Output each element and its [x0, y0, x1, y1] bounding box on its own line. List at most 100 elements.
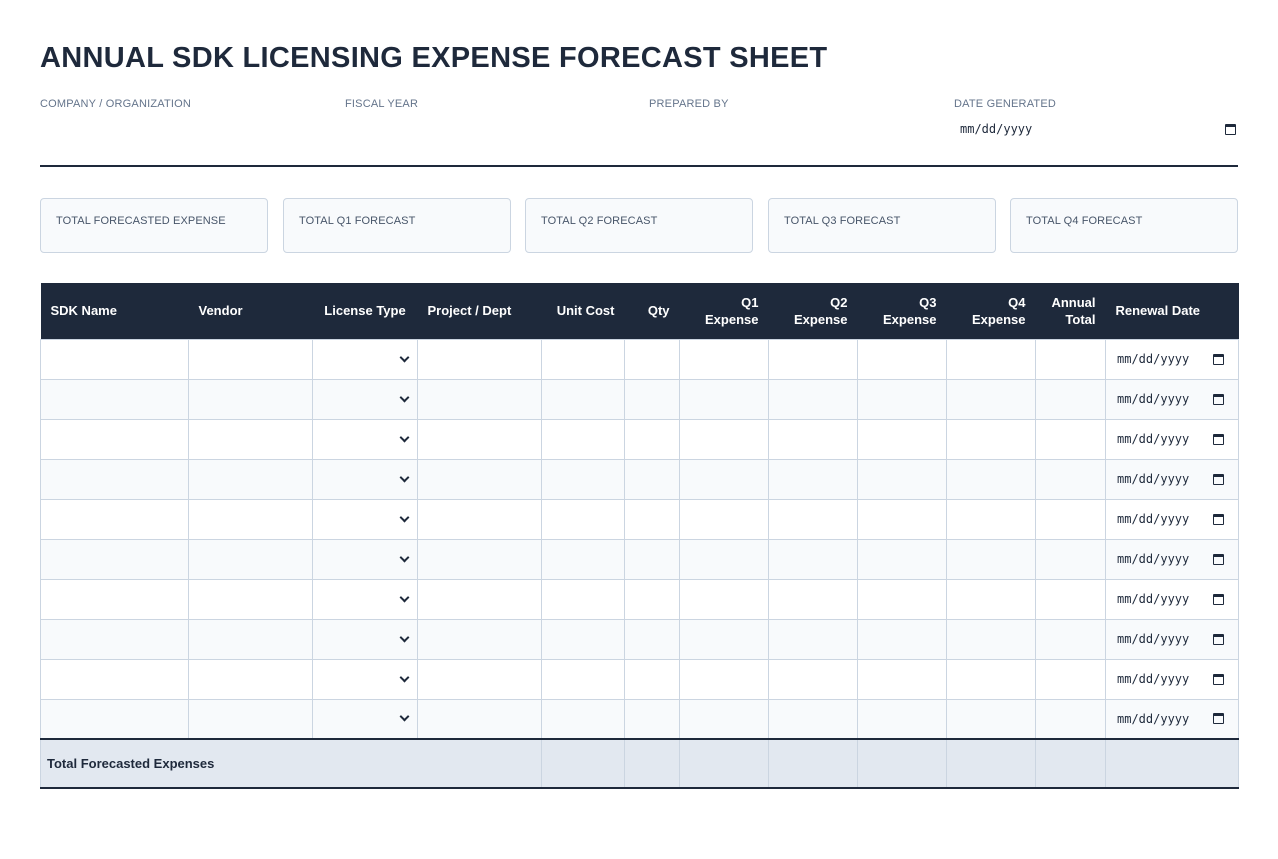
calendar-icon[interactable]: [1213, 353, 1224, 365]
renewal-date-input[interactable]: mm/dd/yyyy: [1105, 378, 1239, 420]
calendar-icon[interactable]: [1213, 593, 1224, 605]
q4-expense-input[interactable]: [946, 378, 1036, 420]
qty-input[interactable]: [624, 458, 680, 500]
chevron-down-icon[interactable]: [399, 432, 410, 442]
project-dept-input[interactable]: [417, 698, 542, 740]
q1-expense-input[interactable]: [679, 658, 769, 700]
renewal-date-field[interactable]: mm/dd/yyyy: [1106, 500, 1238, 539]
q4-expense-input[interactable]: [946, 458, 1036, 500]
renewal-date-input[interactable]: mm/dd/yyyy: [1105, 538, 1239, 580]
q4-expense-input[interactable]: [946, 698, 1036, 740]
renewal-date-field[interactable]: mm/dd/yyyy: [1106, 700, 1238, 739]
license-type-dropdown[interactable]: [313, 580, 417, 619]
project-dept-input[interactable]: [417, 378, 542, 420]
q1-expense-input[interactable]: [679, 538, 769, 580]
chevron-down-icon[interactable]: [399, 472, 410, 482]
unit-cost-input[interactable]: [541, 698, 625, 740]
q1-expense-input[interactable]: [679, 578, 769, 620]
q2-expense-input[interactable]: [768, 538, 858, 580]
vendor-input[interactable]: [188, 658, 313, 700]
unit-cost-input[interactable]: [541, 538, 625, 580]
q1-expense-input[interactable]: [679, 458, 769, 500]
unit-cost-input[interactable]: [541, 418, 625, 460]
chevron-down-icon[interactable]: [399, 512, 410, 522]
qty-input[interactable]: [624, 378, 680, 420]
q3-expense-input[interactable]: [857, 338, 947, 380]
project-dept-input[interactable]: [417, 338, 542, 380]
vendor-input[interactable]: [188, 538, 313, 580]
renewal-date-field[interactable]: mm/dd/yyyy: [1106, 540, 1238, 579]
qty-input[interactable]: [624, 578, 680, 620]
q1-expense-input[interactable]: [679, 418, 769, 460]
project-dept-input[interactable]: [417, 658, 542, 700]
unit-cost-input[interactable]: [541, 378, 625, 420]
q2-expense-input[interactable]: [768, 618, 858, 660]
calendar-icon[interactable]: [1213, 713, 1224, 725]
vendor-input[interactable]: [188, 698, 313, 740]
license-type-select[interactable]: [312, 458, 418, 500]
fiscal-year-input[interactable]: [345, 118, 635, 140]
renewal-date-input[interactable]: mm/dd/yyyy: [1105, 458, 1239, 500]
date-generated-input[interactable]: mm/dd/yyyy: [954, 118, 1238, 140]
q2-expense-input[interactable]: [768, 498, 858, 540]
license-type-dropdown[interactable]: [313, 460, 417, 499]
license-type-dropdown[interactable]: [313, 340, 417, 379]
qty-input[interactable]: [624, 658, 680, 700]
chevron-down-icon[interactable]: [399, 352, 410, 362]
q3-expense-input[interactable]: [857, 578, 947, 620]
sdk-name-input[interactable]: [40, 338, 189, 380]
q3-expense-input[interactable]: [857, 378, 947, 420]
license-type-select[interactable]: [312, 498, 418, 540]
renewal-date-field[interactable]: mm/dd/yyyy: [1106, 340, 1238, 379]
license-type-select[interactable]: [312, 658, 418, 700]
sdk-name-input[interactable]: [40, 578, 189, 620]
q3-expense-input[interactable]: [857, 698, 947, 740]
renewal-date-input[interactable]: mm/dd/yyyy: [1105, 618, 1239, 660]
qty-input[interactable]: [624, 498, 680, 540]
license-type-dropdown[interactable]: [313, 380, 417, 419]
q3-expense-input[interactable]: [857, 418, 947, 460]
chevron-down-icon[interactable]: [399, 592, 410, 602]
license-type-select[interactable]: [312, 698, 418, 740]
license-type-dropdown[interactable]: [313, 620, 417, 659]
renewal-date-field[interactable]: mm/dd/yyyy: [1106, 580, 1238, 619]
project-dept-input[interactable]: [417, 618, 542, 660]
q3-expense-input[interactable]: [857, 658, 947, 700]
chevron-down-icon[interactable]: [399, 632, 410, 642]
unit-cost-input[interactable]: [541, 578, 625, 620]
q4-expense-input[interactable]: [946, 498, 1036, 540]
project-dept-input[interactable]: [417, 538, 542, 580]
chevron-down-icon[interactable]: [399, 672, 410, 682]
license-type-dropdown[interactable]: [313, 540, 417, 579]
license-type-dropdown[interactable]: [313, 660, 417, 699]
chevron-down-icon[interactable]: [399, 392, 410, 402]
chevron-down-icon[interactable]: [399, 552, 410, 562]
project-dept-input[interactable]: [417, 498, 542, 540]
q2-expense-input[interactable]: [768, 458, 858, 500]
license-type-select[interactable]: [312, 378, 418, 420]
sdk-name-input[interactable]: [40, 458, 189, 500]
sdk-name-input[interactable]: [40, 698, 189, 740]
sdk-name-input[interactable]: [40, 618, 189, 660]
q2-expense-input[interactable]: [768, 418, 858, 460]
q4-expense-input[interactable]: [946, 578, 1036, 620]
renewal-date-input[interactable]: mm/dd/yyyy: [1105, 418, 1239, 460]
q4-expense-input[interactable]: [946, 418, 1036, 460]
unit-cost-input[interactable]: [541, 658, 625, 700]
renewal-date-input[interactable]: mm/dd/yyyy: [1105, 578, 1239, 620]
calendar-icon[interactable]: [1213, 633, 1224, 645]
q1-expense-input[interactable]: [679, 378, 769, 420]
project-dept-input[interactable]: [417, 458, 542, 500]
renewal-date-input[interactable]: mm/dd/yyyy: [1105, 338, 1239, 380]
q4-expense-input[interactable]: [946, 338, 1036, 380]
renewal-date-field[interactable]: mm/dd/yyyy: [1106, 660, 1238, 699]
calendar-icon[interactable]: [1213, 673, 1224, 685]
unit-cost-input[interactable]: [541, 618, 625, 660]
renewal-date-field[interactable]: mm/dd/yyyy: [1106, 380, 1238, 419]
q2-expense-input[interactable]: [768, 698, 858, 740]
calendar-icon[interactable]: [1213, 393, 1224, 405]
vendor-input[interactable]: [188, 498, 313, 540]
sdk-name-input[interactable]: [40, 658, 189, 700]
q3-expense-input[interactable]: [857, 618, 947, 660]
qty-input[interactable]: [624, 538, 680, 580]
